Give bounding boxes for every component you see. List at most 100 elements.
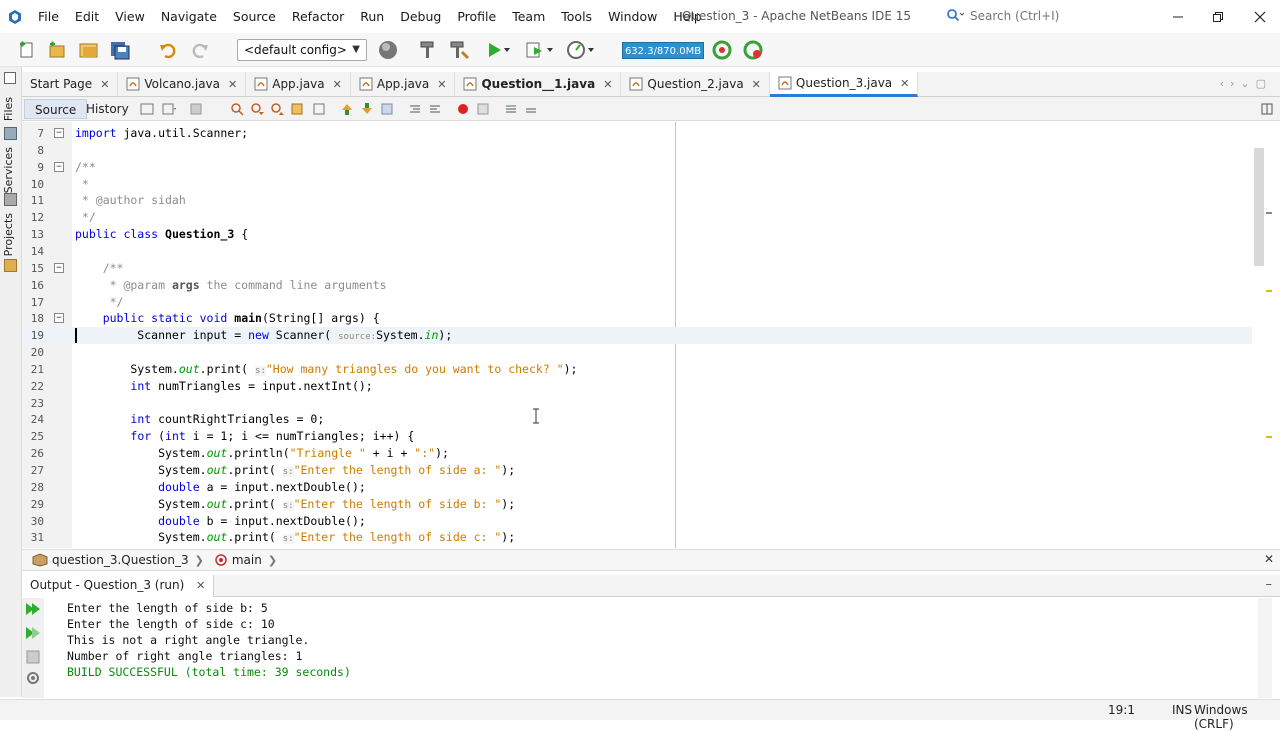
fold-toggle-icon[interactable]: − bbox=[54, 313, 64, 324]
code-line[interactable]: 26 System.out.println("Triangle " + i + … bbox=[22, 445, 1252, 462]
line-number[interactable]: 7 bbox=[22, 125, 44, 142]
close-window-button[interactable] bbox=[1240, 0, 1280, 33]
new-file-icon[interactable] bbox=[15, 38, 39, 62]
snapshot-icon[interactable] bbox=[741, 38, 765, 62]
memory-meter[interactable]: 632.3/870.0MB bbox=[622, 42, 704, 59]
undo-icon[interactable] bbox=[156, 38, 180, 62]
save-all-icon[interactable] bbox=[108, 38, 132, 62]
menu-edit[interactable]: Edit bbox=[67, 0, 107, 33]
code-line[interactable]: 20 bbox=[22, 344, 1252, 361]
start-macro-recording-icon[interactable] bbox=[456, 102, 470, 116]
toggle-highlight-icon[interactable] bbox=[290, 102, 304, 116]
line-number[interactable]: 30 bbox=[22, 513, 44, 530]
code-line[interactable]: 15− /** bbox=[22, 260, 1252, 277]
line-number[interactable]: 8 bbox=[22, 142, 44, 159]
fold-toggle-icon[interactable]: − bbox=[54, 128, 64, 138]
line-number[interactable]: 12 bbox=[22, 209, 44, 226]
close-icon[interactable]: ✕ bbox=[196, 579, 205, 592]
rerun-icon[interactable] bbox=[25, 602, 41, 616]
shift-right-icon[interactable] bbox=[428, 102, 442, 116]
tab-question-1-java[interactable]: Question__1.java ✕ bbox=[455, 72, 622, 96]
expand-editor-icon[interactable] bbox=[1260, 102, 1274, 116]
line-endings[interactable]: Windows (CRLF) bbox=[1194, 703, 1280, 731]
menu-team[interactable]: Team bbox=[504, 0, 553, 33]
line-number[interactable]: 20 bbox=[22, 344, 44, 361]
close-icon[interactable]: ✕ bbox=[900, 77, 909, 90]
rerun-with-params-icon[interactable] bbox=[25, 626, 41, 640]
line-number[interactable]: 10 bbox=[22, 176, 44, 193]
close-icon[interactable]: ✕ bbox=[1264, 552, 1274, 566]
close-icon[interactable]: ✕ bbox=[752, 78, 761, 91]
new-project-icon[interactable] bbox=[45, 38, 69, 62]
line-number[interactable]: 26 bbox=[22, 445, 44, 462]
menu-refactor[interactable]: Refactor bbox=[284, 0, 352, 33]
line-number[interactable]: 18 bbox=[22, 310, 44, 327]
line-number[interactable]: 21 bbox=[22, 361, 44, 378]
code-line[interactable]: 31 System.out.print( s:"Enter the length… bbox=[22, 529, 1252, 546]
build-hammer-icon[interactable] bbox=[416, 38, 440, 62]
code-line[interactable]: 23 bbox=[22, 395, 1252, 412]
code-line[interactable]: 22 int numTriangles = input.nextInt(); bbox=[22, 378, 1252, 395]
profile-dropdown-icon[interactable] bbox=[584, 38, 598, 62]
globe-icon[interactable] bbox=[376, 38, 400, 62]
search-input[interactable] bbox=[964, 9, 1144, 23]
find-prev-icon[interactable] bbox=[250, 102, 264, 116]
warning-marker[interactable] bbox=[1266, 290, 1272, 292]
forward-icon[interactable] bbox=[190, 102, 204, 116]
line-number[interactable]: 23 bbox=[22, 395, 44, 412]
code-line[interactable]: 30 double b = input.nextDouble(); bbox=[22, 513, 1252, 530]
tab-start-page[interactable]: Start Page ✕ bbox=[22, 72, 119, 96]
close-icon[interactable]: ✕ bbox=[603, 78, 612, 91]
line-number[interactable]: 28 bbox=[22, 479, 44, 496]
run-dropdown-icon[interactable] bbox=[500, 38, 514, 62]
code-line[interactable]: 16 * @param args the command line argume… bbox=[22, 277, 1252, 294]
debug-dropdown-icon[interactable] bbox=[543, 38, 557, 62]
menu-window[interactable]: Window bbox=[600, 0, 665, 33]
code-line[interactable]: 18− public static void main(String[] arg… bbox=[22, 310, 1252, 327]
line-number[interactable]: 17 bbox=[22, 294, 44, 311]
fold-toggle-icon[interactable]: − bbox=[54, 161, 64, 172]
uncomment-icon[interactable] bbox=[524, 102, 538, 116]
output-console[interactable]: Enter the length of side b: 5 Enter the l… bbox=[22, 598, 1272, 698]
breadcrumb-method[interactable]: main ❯ bbox=[214, 553, 277, 567]
menu-profile[interactable]: Profile bbox=[449, 0, 504, 33]
tab-app-java-2[interactable]: App.java ✕ bbox=[351, 72, 456, 96]
menu-run[interactable]: Run bbox=[352, 0, 392, 33]
line-number[interactable]: 24 bbox=[22, 411, 44, 428]
toggle-rect-selection-icon[interactable] bbox=[312, 102, 326, 116]
code-line[interactable]: 27 System.out.print( s:"Enter the length… bbox=[22, 462, 1252, 479]
line-number[interactable]: 19 bbox=[22, 327, 44, 344]
code-line[interactable]: 9−/** bbox=[22, 159, 1252, 176]
tab-output[interactable]: Output - Question_3 (run) ✕ bbox=[22, 575, 215, 597]
history-tab[interactable]: History bbox=[76, 99, 139, 119]
code-line[interactable]: 12 */ bbox=[22, 209, 1252, 226]
line-number[interactable]: 14 bbox=[22, 243, 44, 260]
back-icon[interactable] bbox=[162, 102, 176, 116]
code-line[interactable]: 8 bbox=[22, 142, 1252, 159]
search-box[interactable] bbox=[946, 5, 1152, 27]
tab-volcano-java[interactable]: Volcano.java ✕ bbox=[118, 72, 247, 96]
code-line[interactable]: 13 public class Question_3 { bbox=[22, 226, 1252, 243]
last-edit-icon[interactable] bbox=[140, 102, 154, 116]
line-number[interactable]: 31 bbox=[22, 529, 44, 546]
code-line[interactable]: 19 Scanner input = new Scanner( source:S… bbox=[22, 327, 1252, 345]
code-line[interactable]: 17 */ bbox=[22, 294, 1252, 311]
tab-question-2-java[interactable]: Question_2.java ✕ bbox=[621, 72, 770, 96]
config-select[interactable]: <default config> ▼ bbox=[237, 39, 367, 61]
minimize-button[interactable] bbox=[1158, 0, 1198, 33]
menu-file[interactable]: File bbox=[30, 0, 67, 33]
find-next-icon[interactable] bbox=[270, 102, 284, 116]
line-number[interactable]: 15 bbox=[22, 260, 44, 277]
close-icon[interactable]: ✕ bbox=[228, 78, 237, 91]
menu-debug[interactable]: Debug bbox=[392, 0, 449, 33]
close-icon[interactable]: ✕ bbox=[100, 78, 109, 91]
close-icon[interactable]: ✕ bbox=[333, 78, 342, 91]
redo-icon[interactable] bbox=[188, 38, 212, 62]
clean-build-icon[interactable] bbox=[447, 38, 471, 62]
code-editor[interactable]: 7− import java.util.Scanner; 8 9−/** 10 * 11 … bbox=[22, 122, 1272, 548]
prev-bookmark-icon[interactable] bbox=[340, 102, 354, 116]
tab-app-java-1[interactable]: App.java ✕ bbox=[246, 72, 351, 96]
minimize-panel-icon[interactable]: – bbox=[1266, 577, 1273, 592]
line-number[interactable]: 13 bbox=[22, 226, 44, 243]
scrollbar-thumb[interactable] bbox=[1254, 148, 1264, 266]
